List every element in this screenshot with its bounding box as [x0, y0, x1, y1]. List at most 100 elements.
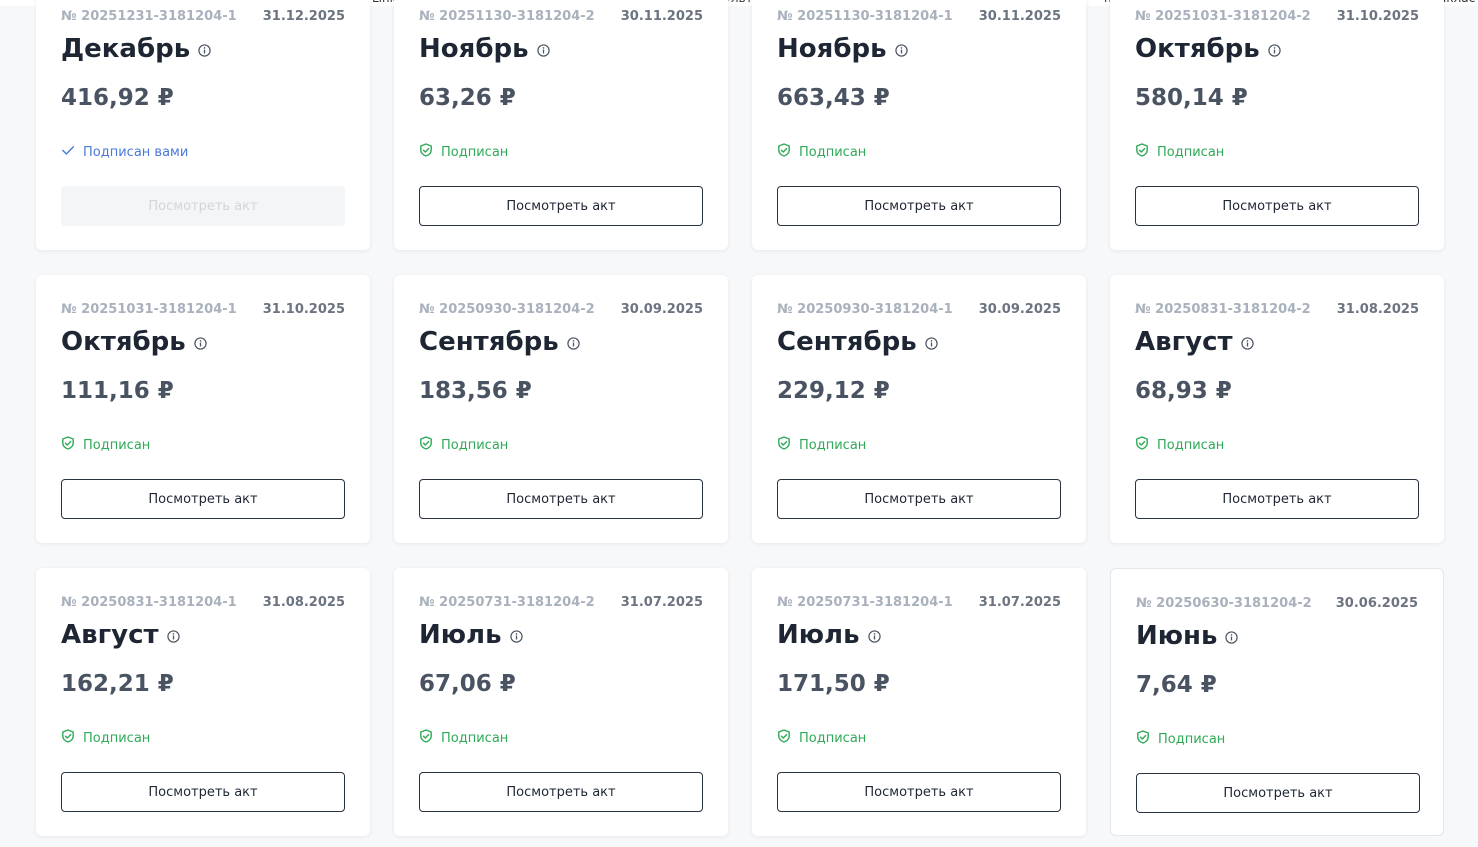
- act-month: Август: [61, 620, 180, 650]
- status-icon-wrap: [419, 436, 441, 454]
- info-icon[interactable]: [894, 43, 908, 57]
- act-month-label: Август: [61, 620, 159, 650]
- shield-check-icon: [778, 729, 790, 743]
- act-month-label: Сентябрь: [777, 327, 917, 357]
- act-status: Подписан: [1135, 143, 1224, 161]
- act-amount: 162,21 ₽: [61, 671, 174, 697]
- view-act-button[interactable]: Посмотреть акт: [61, 772, 345, 812]
- shield-check-icon: [1136, 143, 1148, 157]
- act-status: Подписан вами: [61, 143, 188, 161]
- info-icon[interactable]: [166, 629, 180, 643]
- act-month: Декабрь: [61, 34, 211, 64]
- act-card: № 20250731-3181204-1 31.07.2025 Июль 171…: [752, 568, 1086, 836]
- act-date: 30.11.2025: [978, 9, 1061, 24]
- act-status: Подписан: [777, 729, 866, 747]
- info-icon[interactable]: [1268, 43, 1281, 57]
- act-status-label: Подписан: [799, 144, 867, 160]
- view-act-button[interactable]: Посмотреть акт: [777, 186, 1061, 226]
- shield-check-icon: [1137, 730, 1149, 744]
- act-number: № 20250731-3181204-1: [777, 595, 953, 610]
- act-status: Подписан: [61, 729, 150, 747]
- act-amount: 7,64 ₽: [1136, 672, 1217, 698]
- act-status: Подписан: [419, 143, 508, 161]
- act-number: № 20250831-3181204-1: [61, 595, 237, 610]
- act-card: № 20251031-3181204-2 31.10.2025 Октябрь …: [1110, 0, 1444, 250]
- act-month: Ноябрь: [777, 34, 908, 64]
- act-number: № 20251130-3181204-2: [419, 9, 595, 24]
- act-month: Октябрь: [61, 327, 207, 357]
- shield-check-icon: [420, 436, 432, 450]
- act-month-label: Июль: [419, 620, 502, 650]
- act-card: № 20251231-3181204-1 31.12.2025 Декабрь …: [36, 0, 370, 250]
- act-date: 31.10.2025: [1336, 9, 1419, 24]
- act-status: Подписан: [61, 436, 150, 454]
- act-status-label: Подписан: [83, 730, 151, 746]
- act-amount: 68,93 ₽: [1135, 378, 1232, 404]
- status-icon-wrap: [1136, 730, 1158, 748]
- act-date: 31.07.2025: [978, 595, 1061, 610]
- view-act-button: Посмотреть акт: [61, 186, 345, 226]
- act-month: Сентябрь: [777, 327, 938, 357]
- status-icon-wrap: [419, 143, 441, 161]
- info-icon[interactable]: [536, 43, 550, 57]
- info-icon[interactable]: [566, 336, 580, 350]
- act-status: Подписан: [777, 436, 866, 454]
- info-icon[interactable]: [1240, 336, 1254, 350]
- act-card: № 20251130-3181204-2 30.11.2025 Ноябрь 6…: [394, 0, 728, 250]
- act-card: № 20250930-3181204-2 30.09.2025 Сентябрь…: [394, 275, 728, 543]
- act-status-label: Подписан: [1157, 437, 1225, 453]
- act-amount: 183,56 ₽: [419, 378, 532, 404]
- act-status: Подписан: [419, 729, 508, 747]
- act-card: № 20250831-3181204-2 31.08.2025 Август 6…: [1110, 275, 1444, 543]
- check-icon: [62, 146, 75, 155]
- act-date: 31.08.2025: [1336, 302, 1419, 317]
- shield-check-icon: [420, 729, 432, 743]
- info-icon[interactable]: [867, 629, 881, 643]
- view-act-button[interactable]: Посмотреть акт: [419, 186, 703, 226]
- act-month: Октябрь: [1135, 34, 1281, 64]
- act-month: Август: [1135, 327, 1254, 357]
- view-act-button[interactable]: Посмотреть акт: [1135, 479, 1419, 519]
- view-act-button[interactable]: Посмотреть акт: [61, 479, 345, 519]
- act-date: 30.09.2025: [620, 302, 703, 317]
- act-month-label: Октябрь: [61, 327, 186, 357]
- info-icon[interactable]: [1225, 630, 1239, 644]
- info-icon[interactable]: [194, 336, 207, 350]
- shield-check-icon: [1136, 436, 1148, 450]
- act-number: № 20250731-3181204-2: [419, 595, 595, 610]
- act-number: № 20251031-3181204-1: [61, 302, 237, 317]
- act-amount: 67,06 ₽: [419, 671, 516, 697]
- act-month-label: Ноябрь: [777, 34, 887, 64]
- shield-check-icon: [62, 729, 74, 743]
- act-status-label: Подписан: [441, 730, 509, 746]
- view-act-button[interactable]: Посмотреть акт: [419, 479, 703, 519]
- act-card: № 20251031-3181204-1 31.10.2025 Октябрь …: [36, 275, 370, 543]
- view-act-button[interactable]: Посмотреть акт: [419, 772, 703, 812]
- act-date: 31.10.2025: [262, 302, 345, 317]
- act-status-label: Подписан: [799, 437, 867, 453]
- act-number: № 20251130-3181204-1: [777, 9, 953, 24]
- view-act-button[interactable]: Посмотреть акт: [1135, 186, 1419, 226]
- act-month-label: Июль: [777, 620, 860, 650]
- act-card: № 20250930-3181204-1 30.09.2025 Сентябрь…: [752, 275, 1086, 543]
- shield-check-icon: [778, 143, 790, 157]
- act-month-label: Июнь: [1136, 621, 1218, 651]
- view-act-button[interactable]: Посмотреть акт: [777, 479, 1061, 519]
- act-card: № 20251130-3181204-1 30.11.2025 Ноябрь 6…: [752, 0, 1086, 250]
- act-number: № 20251031-3181204-2: [1135, 9, 1311, 24]
- shield-check-icon: [62, 436, 74, 450]
- view-act-button[interactable]: Посмотреть акт: [1136, 773, 1420, 813]
- info-icon[interactable]: [509, 629, 523, 643]
- act-month-label: Ноябрь: [419, 34, 529, 64]
- act-month: Июль: [777, 620, 881, 650]
- info-icon[interactable]: [924, 336, 938, 350]
- shield-check-icon: [420, 143, 432, 157]
- act-card: № 20250831-3181204-1 31.08.2025 Август 1…: [36, 568, 370, 836]
- view-act-button[interactable]: Посмотреть акт: [777, 772, 1061, 812]
- act-date: 31.08.2025: [262, 595, 345, 610]
- info-icon[interactable]: [198, 43, 211, 57]
- act-status: Подписан: [419, 436, 508, 454]
- act-number: № 20251231-3181204-1: [61, 9, 237, 24]
- status-icon-wrap: [61, 436, 83, 454]
- act-number: № 20250831-3181204-2: [1135, 302, 1311, 317]
